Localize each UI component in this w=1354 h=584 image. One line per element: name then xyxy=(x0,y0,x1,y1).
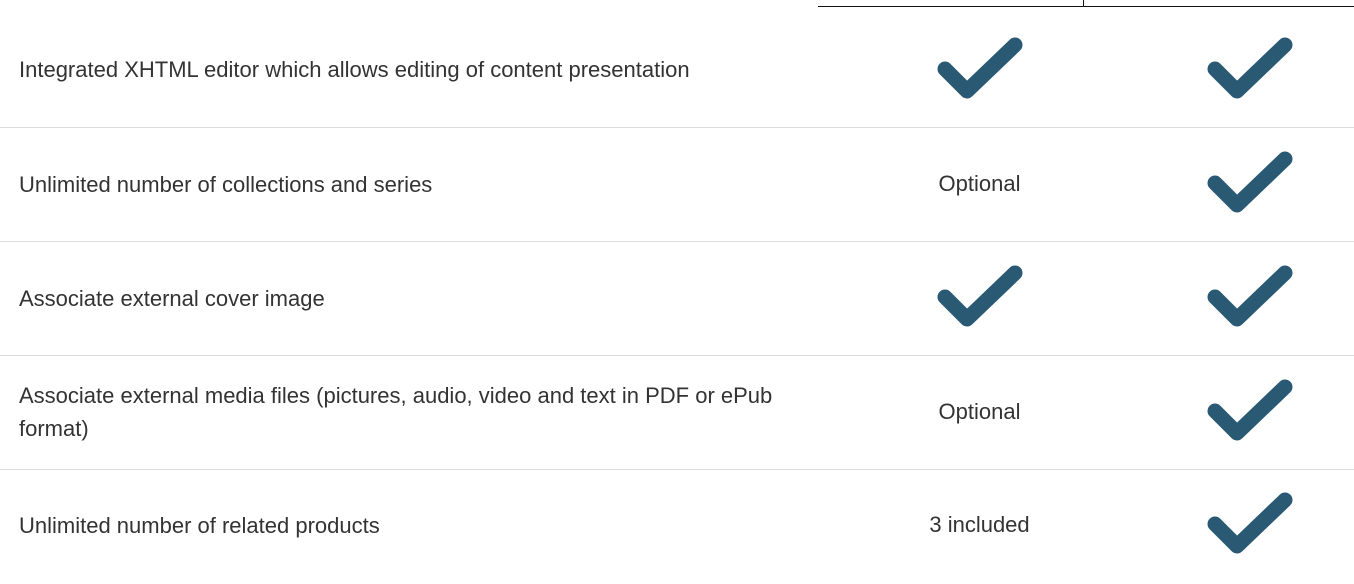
feature-label: Unlimited number of related products xyxy=(19,512,380,538)
basic-plan-cell xyxy=(847,241,1112,356)
basic-plan-cell: Optional xyxy=(847,355,1112,470)
checkmark-icon xyxy=(1207,37,1293,103)
table-row: Unlimited number of related products 3 in… xyxy=(0,469,1354,581)
table-row: Associate external media files (pictures… xyxy=(0,355,1354,470)
table-body: Integrated XHTML editor which allows edi… xyxy=(0,13,1354,581)
premium-plan-cell xyxy=(1112,13,1354,128)
premium-plan-cell xyxy=(1112,127,1354,242)
column-divider-tick xyxy=(1083,0,1084,7)
table-top-border xyxy=(818,6,1354,7)
checkmark-icon xyxy=(1207,492,1293,558)
table-row: Integrated XHTML editor which allows edi… xyxy=(0,13,1354,128)
checkmark-icon xyxy=(937,265,1023,331)
table-row: Associate external cover image xyxy=(0,241,1354,356)
feature-label: Associate external cover image xyxy=(0,241,847,356)
checkmark-icon xyxy=(937,37,1023,103)
checkmark-icon xyxy=(1207,151,1293,217)
table-row: Unlimited number of collections and seri… xyxy=(0,127,1354,242)
basic-plan-value: 3 included xyxy=(929,512,1030,538)
feature-comparison-table: Integrated XHTML editor which allows edi… xyxy=(0,13,1354,581)
basic-plan-value: Optional xyxy=(938,399,1021,424)
basic-plan-value: Optional xyxy=(938,171,1021,196)
feature-label: Unlimited number of collections and seri… xyxy=(0,127,847,242)
basic-plan-cell: 3 included xyxy=(847,469,1112,581)
premium-plan-cell xyxy=(1112,469,1354,581)
premium-plan-cell xyxy=(1112,355,1354,470)
premium-plan-cell xyxy=(1112,241,1354,356)
checkmark-icon xyxy=(1207,265,1293,331)
basic-plan-cell: Optional xyxy=(847,127,1112,242)
basic-plan-cell xyxy=(847,13,1112,128)
feature-label: Associate external media files (pictures… xyxy=(0,355,847,470)
checkmark-icon xyxy=(1207,379,1293,445)
feature-label: Integrated XHTML editor which allows edi… xyxy=(0,13,847,128)
